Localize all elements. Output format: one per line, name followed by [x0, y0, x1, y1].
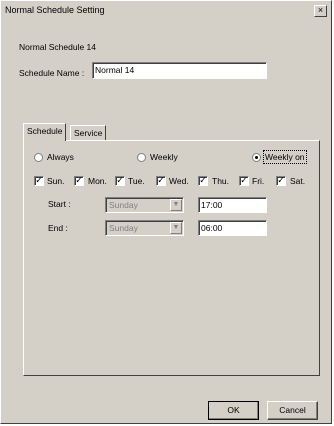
checkbox-sun[interactable]: ✓ — [34, 176, 44, 186]
checkbox-sun-label: Sun. — [47, 176, 65, 186]
end-day-select[interactable]: Sunday ▼ — [105, 220, 184, 236]
chevron-down-icon[interactable]: ▼ — [170, 222, 182, 234]
start-label: Start : — [48, 199, 71, 209]
schedule-dialog: Normal Schedule Setting × Normal Schedul… — [0, 0, 332, 424]
checkbox-wed-label: Wed. — [169, 176, 189, 186]
cancel-button[interactable]: Cancel — [267, 401, 318, 420]
tab-schedule-label: Schedule — [27, 126, 63, 136]
checkbox-tue[interactable]: ✓ — [115, 176, 125, 186]
checkbox-tue-label: Tue. — [128, 176, 145, 186]
radio-weekly[interactable] — [137, 153, 146, 162]
radio-always[interactable] — [34, 153, 43, 162]
title-bar[interactable]: Normal Schedule Setting × — [2, 2, 330, 18]
check-icon: ✓ — [75, 176, 83, 186]
chevron-down-icon[interactable]: ▼ — [170, 199, 182, 211]
checkbox-fri[interactable]: ✓ — [239, 176, 249, 186]
end-label: End : — [48, 223, 68, 233]
checkbox-fri-label: Fri. — [252, 176, 265, 186]
radio-weekly-label: Weekly — [150, 152, 178, 162]
checkbox-sat-label: Sat. — [290, 176, 306, 186]
schedule-name-label: Schedule Name : — [19, 68, 84, 78]
ok-button[interactable]: OK — [208, 401, 259, 420]
schedule-id-label: Normal Schedule 14 — [19, 42, 97, 52]
start-day-select[interactable]: Sunday ▼ — [105, 197, 184, 213]
close-icon: × — [317, 5, 324, 15]
tab-schedule[interactable]: Schedule — [23, 123, 67, 141]
checkbox-sat[interactable]: ✓ — [276, 176, 286, 186]
end-time-input[interactable]: 06:00 — [198, 220, 267, 236]
check-icon: ✓ — [116, 176, 124, 186]
checkbox-thu-label: Thu. — [212, 176, 230, 186]
start-time-input[interactable]: 17:00 — [198, 197, 267, 213]
window-title: Normal Schedule Setting — [5, 5, 105, 15]
end-day-value: Sunday — [109, 223, 138, 233]
schedule-name-label-text: Schedule Name : — [19, 68, 85, 78]
start-day-value: Sunday — [109, 200, 138, 210]
checkbox-mon-label: Mon. — [88, 176, 107, 186]
tab-service[interactable]: Service — [70, 125, 107, 140]
checkbox-wed[interactable]: ✓ — [156, 176, 166, 186]
check-icon: ✓ — [157, 176, 165, 186]
tab-service-label: Service — [74, 128, 103, 138]
check-icon: ✓ — [199, 176, 207, 186]
checkbox-thu[interactable]: ✓ — [198, 176, 208, 186]
checkbox-mon[interactable]: ✓ — [74, 176, 84, 186]
close-button[interactable]: × — [314, 5, 327, 17]
radio-weekly-on-label: Weekly on — [263, 150, 307, 164]
check-icon: ✓ — [277, 176, 285, 186]
check-icon: ✓ — [35, 176, 43, 186]
radio-always-label: Always — [47, 152, 74, 162]
schedule-name-input[interactable]: Normal 14 — [92, 62, 267, 79]
radio-weekly-on[interactable] — [252, 153, 261, 162]
check-icon: ✓ — [240, 176, 248, 186]
